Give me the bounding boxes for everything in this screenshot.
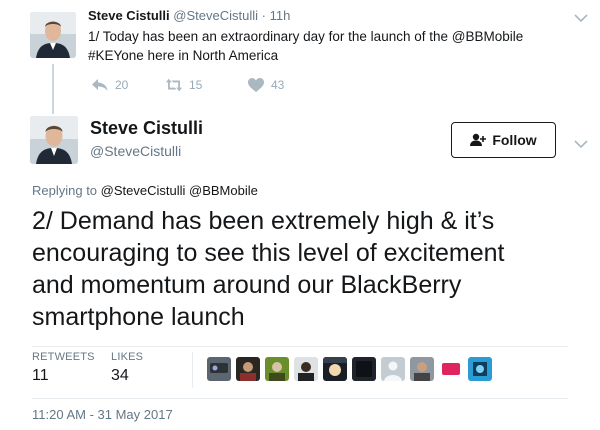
thread-connector-line: [52, 64, 54, 114]
main-tweet-avatar[interactable]: [30, 116, 78, 164]
liker-avatar[interactable]: [236, 357, 260, 381]
tweet-timestamp[interactable]: 11:20 AM - 31 May 2017: [32, 407, 173, 422]
parent-tweet-avatar[interactable]: [30, 12, 76, 58]
liker-avatar[interactable]: [294, 357, 318, 381]
liker-avatar[interactable]: [439, 357, 463, 381]
retweets-label: RETWEETS: [32, 351, 95, 363]
liker-avatar[interactable]: [468, 357, 492, 381]
parent-tweet-header: Steve Cistulli @SteveCistulli · 11h: [88, 8, 290, 23]
main-tweet-text-line: smartphone launch: [32, 303, 245, 331]
retweet-icon: [166, 78, 182, 92]
main-tweet-text-line: and momentum around our BlackBerry: [32, 271, 462, 299]
heart-icon: [248, 78, 264, 92]
main-tweet-text-line: 2/ Demand has been extremely high & it’s: [32, 207, 495, 235]
reply-count: 20: [115, 78, 129, 92]
parent-author-handle[interactable]: @SteveCistulli: [173, 8, 258, 23]
liker-avatar[interactable]: [207, 357, 231, 381]
retweet-count: 15: [189, 78, 203, 92]
main-author-name[interactable]: Steve Cistulli: [90, 118, 203, 139]
likes-label: LIKES: [111, 351, 144, 363]
header-separator: ·: [261, 8, 266, 23]
parent-tweet-menu[interactable]: [574, 10, 588, 23]
like-button[interactable]: 43: [248, 78, 284, 92]
follow-label: Follow: [492, 132, 537, 148]
retweets-stat[interactable]: RETWEETS 11: [32, 351, 95, 385]
parent-tweet-text-line: 1/ Today has been an extraordinary day f…: [88, 29, 524, 44]
liker-avatar[interactable]: [265, 357, 289, 381]
likes-value: 34: [111, 367, 129, 384]
retweet-button[interactable]: 15: [166, 78, 202, 92]
retweets-value: 11: [32, 367, 49, 384]
parent-tweet-time[interactable]: 11h: [270, 8, 291, 23]
main-author-handle[interactable]: @SteveCistulli: [90, 143, 181, 159]
main-tweet-text-line: encouraging to see this level of excitem…: [32, 239, 505, 267]
add-user-icon: [470, 133, 487, 146]
reply-button[interactable]: 20: [92, 78, 128, 92]
liker-avatar[interactable]: [410, 357, 434, 381]
likes-stat[interactable]: LIKES 34: [111, 351, 143, 385]
stats-separator: [192, 352, 193, 388]
divider: [32, 398, 568, 399]
chevron-down-icon: [574, 140, 588, 149]
main-tweet-text: 2/ Demand has been extremely high & it’s…: [32, 205, 572, 333]
main-tweet-menu[interactable]: [574, 136, 588, 149]
reply-icon: [92, 79, 108, 91]
parent-tweet-text: 1/ Today has been an extraordinary day f…: [88, 27, 568, 65]
parent-author-name[interactable]: Steve Cistulli: [88, 8, 170, 23]
follow-button[interactable]: Follow: [451, 122, 556, 158]
divider: [32, 346, 568, 347]
parent-tweet-text-line: #KEYone here in North America: [88, 48, 279, 63]
liker-avatar[interactable]: [323, 357, 347, 381]
liker-avatars: [207, 357, 492, 381]
liker-avatar[interactable]: [352, 357, 376, 381]
replying-prefix: Replying to: [32, 183, 98, 198]
chevron-down-icon: [574, 14, 588, 23]
liker-avatar[interactable]: [381, 357, 405, 381]
replying-to: Replying to @SteveCistulli @BBMobile: [32, 183, 258, 198]
like-count: 43: [271, 78, 285, 92]
replying-mentions[interactable]: @SteveCistulli @BBMobile: [101, 183, 258, 198]
